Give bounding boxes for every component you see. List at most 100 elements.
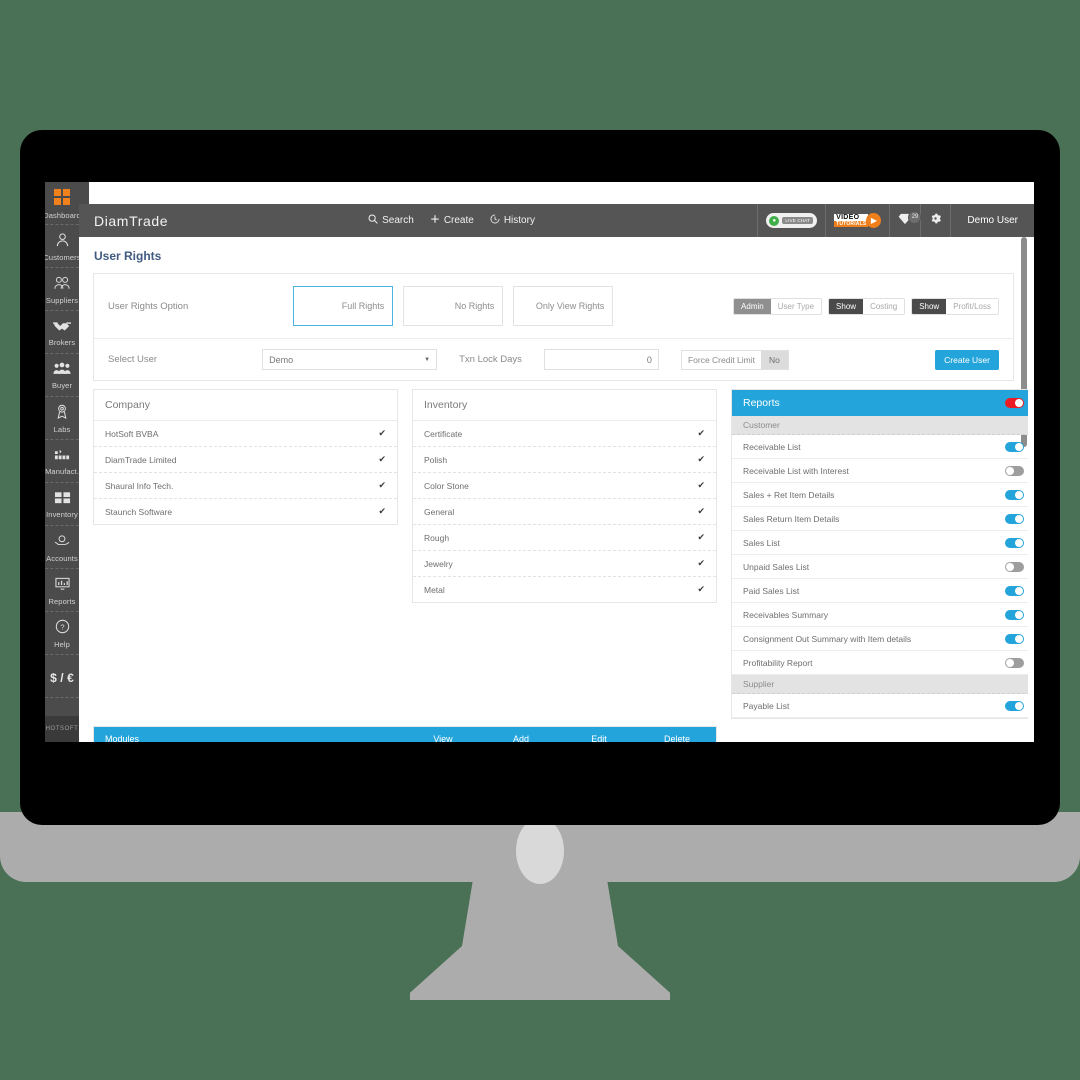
factory-icon [54,448,71,465]
top-link-label: Search [382,215,414,226]
segment-costing[interactable]: Show Costing [828,297,906,315]
column-delete: Delete [663,734,690,742]
top-right-actions: ● LIVE CHAT VIDEO TUTORIALS ▶ 29 Demo Us… [757,204,1034,237]
inventory-name: General [424,506,455,517]
segment-costing-label[interactable]: Costing [863,298,905,314]
txn-lock-days-label: Txn Lock Days [459,354,522,365]
column-view: View [433,734,453,742]
sidebar-item-label: Dashboard [45,210,81,220]
settings-button[interactable] [920,204,950,237]
txn-lock-days-input[interactable]: 0 [543,349,659,370]
top-links: Search Create History [368,214,535,227]
report-label: Sales Return Item Details [743,513,840,524]
inventory-name: Jewelry [424,558,453,569]
report-label: Receivable List with Interest [743,465,849,476]
report-label: Profitability Report [743,657,813,668]
currency-icon: $ / € [50,671,74,685]
reports-panel: Reports Customer Receivable List Receiva… [731,389,1028,719]
list-item[interactable]: Payable List [732,694,1028,718]
sidebar-item-label: Manufact. [45,467,79,476]
list-item[interactable]: Color Stone ✔ [413,473,716,499]
diamond-notifications-button[interactable]: 29 [889,204,922,237]
list-item[interactable]: Sales List [732,531,1028,555]
video-tutorials-label-2: TUTORIALS [834,221,869,227]
list-item[interactable]: Staunch Software ✔ [94,499,397,524]
report-toggle[interactable] [1005,489,1024,500]
rights-option-full[interactable]: Full Rights [293,286,394,326]
report-toggle[interactable] [1005,633,1024,644]
user-menu[interactable]: Demo User [950,204,1034,237]
sidebar-item-label: Accounts [46,553,78,563]
report-label: Consignment Out Summary with Item detail… [743,633,912,644]
clock-icon [490,214,500,227]
company-panel-title: Company [94,390,397,421]
select-user-row: Select User Demo ▼ Txn Lock Days 0 Force… [94,339,1013,380]
report-toggle[interactable] [1005,585,1024,596]
live-chat-button[interactable]: ● LIVE CHAT [757,204,825,237]
list-item[interactable]: Rough ✔ [413,525,716,551]
list-item[interactable]: Certificate ✔ [413,421,716,447]
create-user-button[interactable]: Create User [935,349,999,370]
segment-costing-show-label[interactable]: Show [829,298,864,314]
report-toggle[interactable] [1005,465,1024,476]
segment-pl-show-label[interactable]: Show [912,298,947,314]
report-toggle[interactable] [1005,441,1024,452]
list-item[interactable]: HotSoft BVBA ✔ [94,421,397,447]
sidebar-item-label: Labs [53,425,71,434]
select-user-dropdown[interactable]: Demo ▼ [262,349,438,370]
play-icon: ▶ [866,213,882,228]
rights-option-none[interactable]: No Rights [403,286,504,326]
user-icon [55,232,70,251]
segment-admin-usertype[interactable]: Admin User Type [733,297,823,315]
segment-profit-loss[interactable]: Show Profit/Loss [911,297,999,315]
list-item[interactable]: Consignment Out Summary with Item detail… [732,627,1028,651]
check-icon: ✔ [378,428,386,438]
list-item[interactable]: Receivable List with Interest [732,459,1028,483]
segment-pl-label[interactable]: Profit/Loss [946,298,998,314]
list-item[interactable]: Polish ✔ [413,447,716,473]
grid-icon [54,188,70,209]
top-link-create[interactable]: Create [430,214,474,227]
reports-group-customer: Customer [732,416,1028,435]
list-item[interactable]: General ✔ [413,499,716,525]
list-item[interactable]: Receivable List [732,435,1028,459]
list-item[interactable]: Sales + Ret Item Details [732,483,1028,507]
report-label: Sales List [743,537,780,548]
force-credit-limit-value[interactable]: No [761,350,788,369]
video-tutorials-button[interactable]: VIDEO TUTORIALS ▶ [825,204,889,237]
inventory-panel: Inventory Certificate ✔ Polish ✔ Color S… [412,389,717,603]
report-toggle[interactable] [1005,537,1024,548]
list-item[interactable]: Profitability Report [732,651,1028,675]
video-tutorials-label-1: VIDEO [834,214,869,221]
list-item[interactable]: DiamTrade Limited ✔ [94,447,397,473]
list-item[interactable]: Jewelry ✔ [413,551,716,577]
top-link-search[interactable]: Search [368,214,414,227]
column-edit: Edit [591,734,607,742]
gear-icon [929,212,942,230]
report-toggle[interactable] [1005,609,1024,620]
top-link-history[interactable]: History [490,214,535,227]
user-rights-option-row: User Rights Option Full Rights No Rights… [94,274,1013,339]
reports-master-toggle[interactable] [1005,398,1024,408]
list-item[interactable]: Shaural Info Tech. ✔ [94,473,397,499]
page-title: User Rights [94,249,162,263]
right-column: Reports Customer Receivable List Receiva… [731,389,1028,719]
report-toggle[interactable] [1005,657,1024,668]
force-credit-limit-toggle[interactable]: Force Credit Limit No [680,349,789,370]
reports-group-supplier: Supplier [732,675,1028,694]
rights-option-only-view[interactable]: Only View Rights [513,286,614,326]
list-item[interactable]: Sales Return Item Details [732,507,1028,531]
list-item[interactable]: Paid Sales List [732,579,1028,603]
list-item[interactable]: Receivables Summary [732,603,1028,627]
report-toggle[interactable] [1005,700,1024,711]
segment-usertype-label[interactable]: User Type [770,298,822,314]
check-icon: ✔ [697,532,705,542]
inventory-name: Certificate [424,428,463,439]
monitor-logo [516,818,564,884]
segment-admin-label[interactable]: Admin [734,298,771,314]
report-toggle[interactable] [1005,513,1024,524]
list-item[interactable]: Unpaid Sales List [732,555,1028,579]
report-toggle[interactable] [1005,561,1024,572]
inventory-name: Rough [424,532,450,543]
list-item[interactable]: Metal ✔ [413,577,716,602]
